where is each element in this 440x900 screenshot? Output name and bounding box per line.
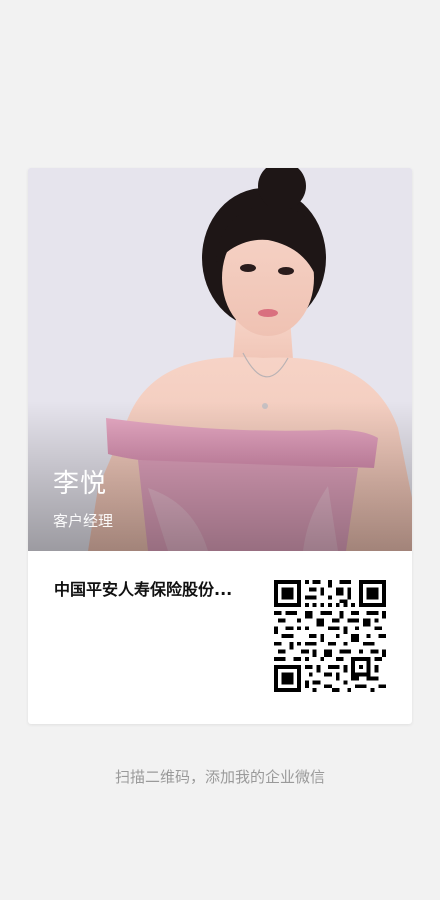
- scan-hint-text: 扫描二维码，添加我的企业微信: [114, 768, 325, 786]
- business-card: 李悦 客户经理 中国平安人寿保险股份...: [28, 168, 412, 724]
- page: 李悦 客户经理 中国平安人寿保险股份... 扫描二维码，添加我的企业微信: [0, 0, 440, 900]
- contact-name: 李悦: [53, 469, 108, 499]
- company-name: 中国平安人寿保险股份...: [54, 580, 233, 599]
- profile-photo: 李悦 客户经理: [28, 168, 412, 551]
- contact-job-title: 客户经理: [53, 512, 114, 530]
- qr-code[interactable]: [274, 580, 386, 692]
